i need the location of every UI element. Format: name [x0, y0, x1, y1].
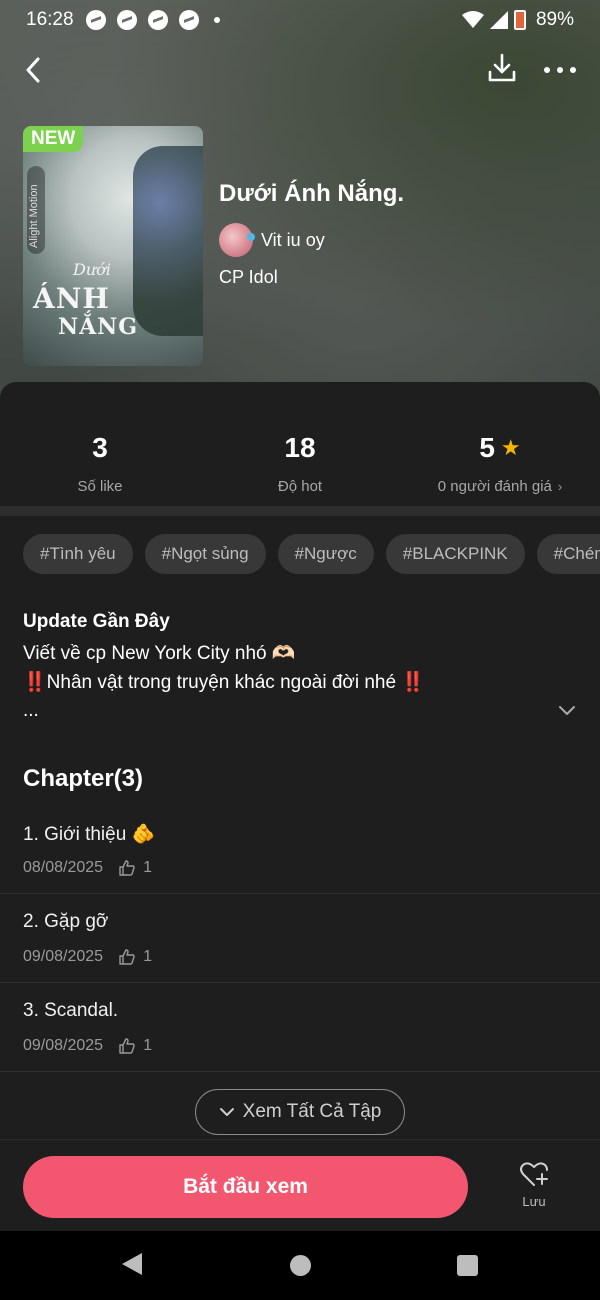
thumbs-up-icon — [119, 1038, 135, 1054]
tag-chip[interactable]: #BLACKPINK — [385, 534, 525, 574]
story-category: CP Idol — [219, 267, 278, 287]
battery-icon — [513, 10, 526, 30]
stat-hot: 18 Độ hot — [277, 432, 323, 495]
thumbs-up-icon — [119, 949, 135, 965]
back-button[interactable] — [18, 52, 48, 88]
system-back-icon[interactable] — [122, 1253, 142, 1275]
system-recents-icon[interactable] — [457, 1255, 478, 1276]
battery-level: 89% — [535, 9, 574, 30]
chapter-likes: 1 — [143, 1037, 152, 1054]
system-navigation-bar — [0, 1231, 600, 1300]
more-dot-icon — [544, 67, 550, 73]
messenger-icon — [147, 10, 168, 30]
chapter-item[interactable]: 1. Giới thiệu 🫵 08/08/2025 1 — [0, 805, 600, 894]
download-icon — [488, 53, 516, 82]
tag-chip[interactable]: #Tình yêu — [23, 534, 133, 574]
cover-title-line2: ÁNH — [33, 282, 110, 315]
cover-title-line3: NẮNG — [58, 314, 139, 340]
author-name: Vit iu oy — [261, 229, 325, 250]
avatar — [219, 223, 255, 257]
save-label: Lưu — [522, 1194, 546, 1209]
start-reading-button[interactable]: Bắt đầu xem — [23, 1156, 468, 1218]
save-button[interactable]: Lưu — [508, 1160, 560, 1218]
chapter-name: 1. Giới thiệu 🫵 — [23, 824, 156, 845]
notification-dot-icon — [213, 17, 220, 23]
story-title: Dưới Ánh Nắng. — [219, 180, 405, 207]
messenger-icon — [178, 10, 199, 30]
status-bar: 16:28 89% — [0, 0, 600, 40]
heart-add-icon — [520, 1162, 548, 1186]
tag-list: #Tình yêu #Ngọt sủng #Ngược #BLACKPINK #… — [23, 534, 600, 574]
tag-chip[interactable]: #Ngược — [277, 534, 374, 574]
update-text: Viết về cp New York City nhó 🫶🏻 — [23, 643, 296, 664]
tag-chip[interactable]: #Ngọt sủng — [144, 534, 266, 574]
chevron-right-icon: › — [557, 479, 563, 494]
chapter-item[interactable]: 2. Gặp gỡ 09/08/2025 1 — [0, 894, 600, 983]
chapter-item[interactable]: 3. Scandal. 09/08/2025 1 — [0, 983, 600, 1072]
more-dot-icon — [557, 67, 563, 73]
chapter-name: 3. Scandal. — [23, 1000, 119, 1021]
chapter-name: 2. Gặp gỡ — [23, 911, 109, 932]
story-cover[interactable]: Alight Motion Dưới ÁNH NẮNG — [23, 126, 203, 366]
signal-icon — [489, 11, 508, 29]
view-all-label: Xem Tất Cả Tập — [242, 1101, 382, 1122]
tag-chip[interactable]: #Chém — [536, 534, 600, 574]
wifi-icon — [461, 11, 484, 28]
chapter-likes: 1 — [143, 948, 152, 965]
bottom-action-bar: Bắt đầu xem Lưu — [0, 1139, 600, 1231]
verified-icon — [247, 233, 255, 241]
thumbs-up-icon — [119, 860, 135, 876]
chevron-left-icon — [26, 57, 40, 83]
stats-row: 3 Số like 18 Độ hot 5 ★ 0 người đánh giá › — [0, 382, 600, 504]
status-time: 16:28 — [26, 9, 74, 30]
system-home-icon[interactable] — [290, 1255, 311, 1276]
stat-rating[interactable]: 5 ★ 0 người đánh giá › — [400, 432, 600, 495]
more-dot-icon — [570, 67, 576, 73]
cover-title-line1: Dưới — [73, 260, 111, 279]
download-button[interactable] — [486, 52, 522, 88]
chevron-down-icon — [219, 1108, 234, 1116]
author-link[interactable]: Vit iu oy — [219, 223, 325, 257]
messenger-icon — [116, 10, 137, 30]
section-divider — [0, 506, 600, 516]
update-text: ‼️Nhân vật trong truyện khác ngoài đời n… — [23, 672, 425, 693]
star-icon: ★ — [500, 435, 521, 460]
cover-watermark: Alight Motion — [27, 166, 45, 254]
stat-likes: 3 Số like — [77, 432, 123, 495]
update-text: ... — [23, 700, 39, 721]
update-title: Update Gần Đây — [23, 611, 170, 632]
chapter-likes: 1 — [143, 859, 152, 876]
view-all-chapters-button[interactable]: Xem Tất Cả Tập — [195, 1089, 405, 1135]
messenger-icon — [85, 10, 106, 30]
chapters-title: Chapter(3) — [23, 765, 144, 792]
chapter-date: 09/08/2025 — [23, 1037, 104, 1054]
chevron-down-icon[interactable] — [557, 700, 577, 720]
new-badge: NEW — [23, 126, 84, 152]
chapter-date: 08/08/2025 — [23, 859, 104, 876]
chapter-date: 09/08/2025 — [23, 948, 104, 965]
more-options-button[interactable] — [542, 52, 578, 88]
